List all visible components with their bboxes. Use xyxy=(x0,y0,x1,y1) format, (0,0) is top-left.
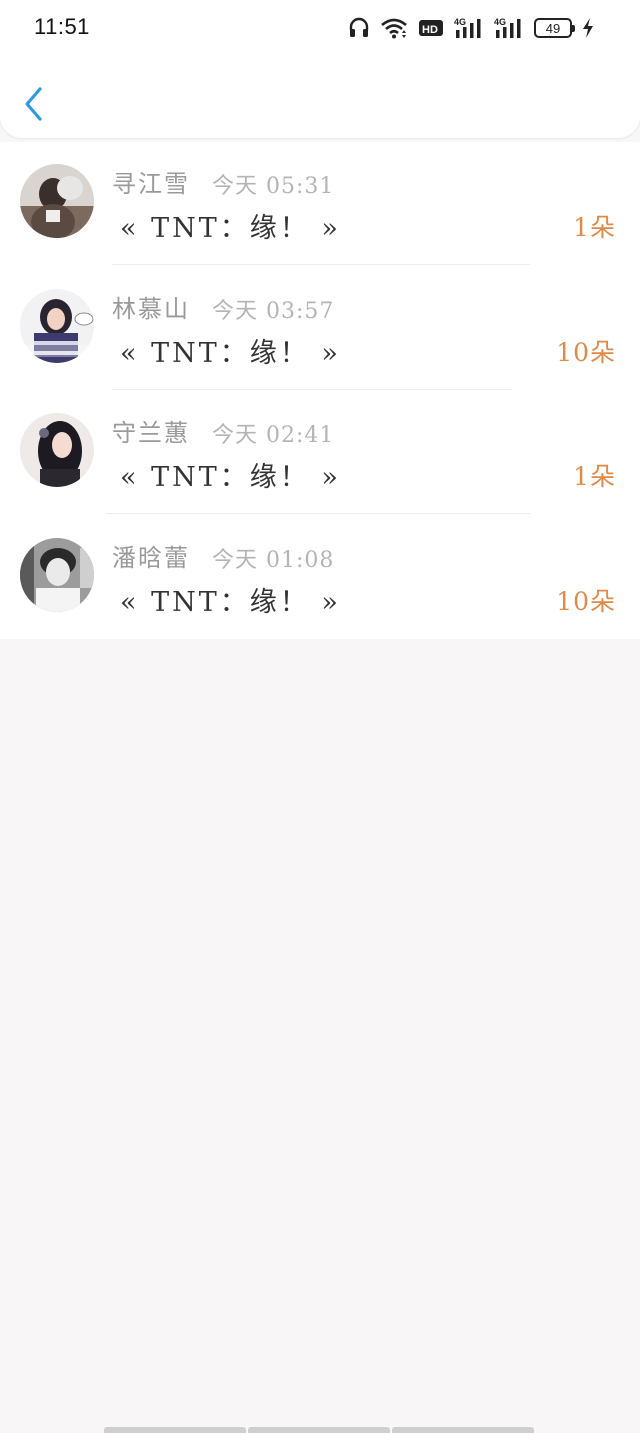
send-time: 今天 03:57 xyxy=(212,298,335,324)
avatar[interactable] xyxy=(20,288,94,363)
sender-name: 潘晗蕾 xyxy=(112,543,190,572)
avatar[interactable] xyxy=(20,164,94,238)
list-item[interactable]: 林慕山 今天 03:57 « TNT：缘！ » 10朵 xyxy=(0,267,640,392)
header: 11:51 HD 4G 4G 49 xyxy=(0,0,640,138)
status-time: 11:51 xyxy=(34,14,90,39)
send-time: 今天 02:41 xyxy=(212,423,335,448)
sender-name: 守兰蕙 xyxy=(112,419,190,447)
flower-count: 10朵 xyxy=(556,586,616,616)
list-item[interactable]: 潘晗蕾 今天 01:08 « TNT：缘！ » 10朵 xyxy=(0,516,640,641)
signal-4g-icon: 4G xyxy=(454,17,481,38)
svg-text:4G: 4G xyxy=(494,17,506,27)
list-item[interactable]: 寻江雪 今天 05:31 « TNT：缘！ » 1朵 xyxy=(0,142,640,267)
svg-text:HD: HD xyxy=(422,24,438,36)
send-time: 今天 01:08 xyxy=(212,547,335,573)
headphones-icon xyxy=(349,17,369,37)
avatar[interactable] xyxy=(20,413,94,487)
battery-level: 49 xyxy=(545,20,561,36)
gift-record-list: 寻江雪 今天 05:31 « TNT：缘！ » 1朵 林慕山 今天 03:57 … xyxy=(0,142,640,639)
message-text: « TNT：缘！ » xyxy=(120,462,341,493)
status-icons: HD 4G 4G 49 xyxy=(348,16,594,40)
message-text: « TNT：缘！ » xyxy=(120,213,341,244)
sender-name: 林慕山 xyxy=(112,294,190,323)
flower-count: 1朵 xyxy=(573,213,616,242)
flower-count: 10朵 xyxy=(556,337,616,367)
home-indicator xyxy=(104,1427,534,1433)
chevron-left-icon[interactable] xyxy=(20,84,50,124)
divider xyxy=(112,388,512,390)
list-item[interactable]: 守兰蕙 今天 02:41 « TNT：缘！ » 1朵 xyxy=(0,391,640,516)
flower-count: 1朵 xyxy=(573,462,616,491)
divider xyxy=(106,513,530,514)
charging-icon xyxy=(583,18,593,38)
message-text: « TNT：缘！ » xyxy=(120,337,341,369)
send-time: 今天 05:31 xyxy=(212,174,335,199)
avatar[interactable] xyxy=(20,537,94,612)
signal-4g-icon: 4G xyxy=(494,17,521,38)
wifi-icon xyxy=(381,18,407,39)
status-bar: 11:51 HD 4G 4G 49 xyxy=(0,0,640,56)
divider xyxy=(112,264,530,265)
hd-icon: HD xyxy=(419,20,443,36)
sender-name: 寻江雪 xyxy=(112,170,190,198)
svg-text:4G: 4G xyxy=(454,17,466,27)
battery-icon: 49 xyxy=(534,18,575,38)
message-text: « TNT：缘！ » xyxy=(120,586,341,618)
